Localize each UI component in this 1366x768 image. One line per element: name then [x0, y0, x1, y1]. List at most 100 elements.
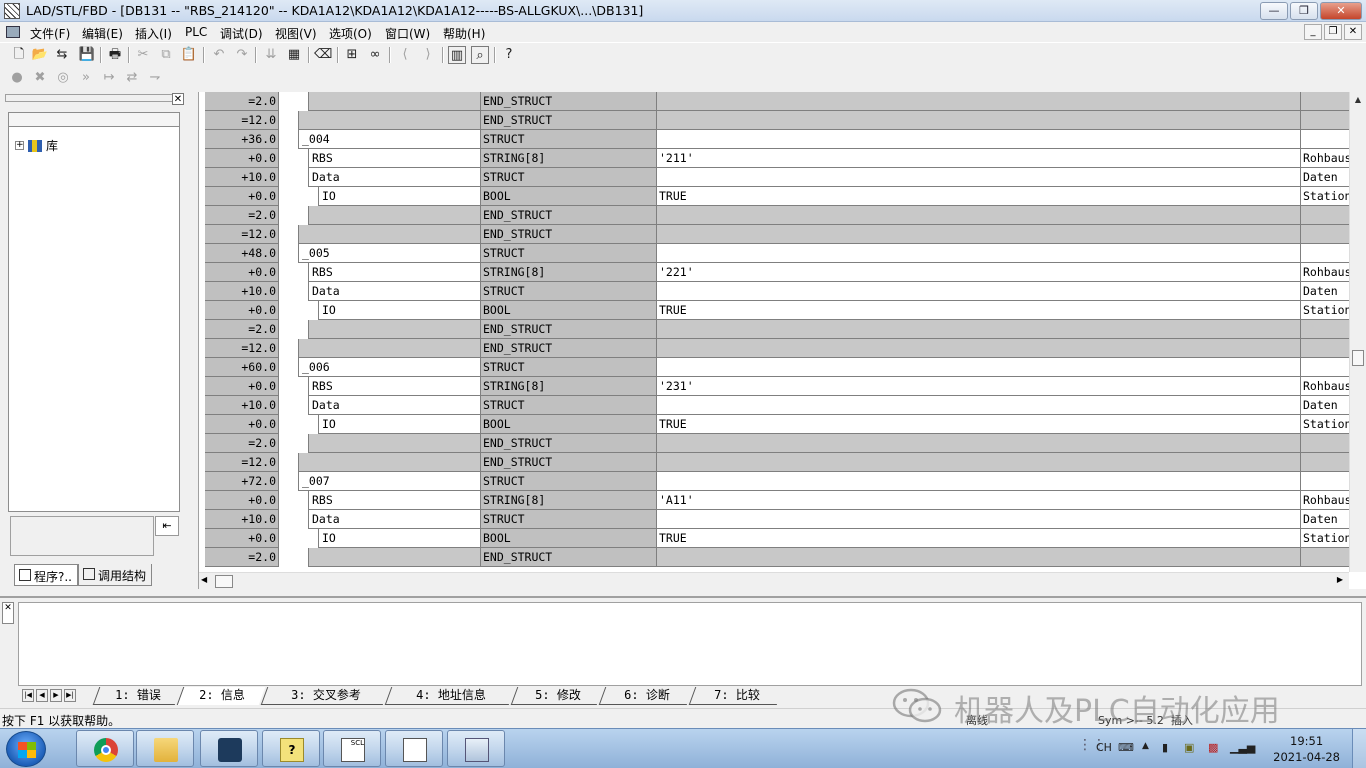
name-cell[interactable]: _004: [299, 130, 481, 149]
comment-cell[interactable]: Daten: [1301, 168, 1349, 187]
scroll-left-icon[interactable]: ◀: [201, 575, 207, 584]
type-cell[interactable]: END_STRUCT: [481, 453, 657, 472]
comment-cell[interactable]: [1301, 92, 1349, 111]
next-network-icon[interactable]: ⟩: [419, 46, 437, 64]
comment-cell[interactable]: Daten: [1301, 510, 1349, 529]
initial-value-cell[interactable]: [657, 320, 1301, 339]
comment-cell[interactable]: Station: [1301, 529, 1349, 548]
initial-value-cell[interactable]: [657, 548, 1301, 567]
document-icon[interactable]: [6, 26, 20, 38]
type-cell[interactable]: END_STRUCT: [481, 225, 657, 244]
comment-cell[interactable]: [1301, 453, 1349, 472]
table-row[interactable]: +0.0 IO BOOL TRUE Station: [205, 301, 1349, 320]
table-row[interactable]: +0.0 IO BOOL TRUE Station: [205, 529, 1349, 548]
initial-value-cell[interactable]: [657, 130, 1301, 149]
type-cell[interactable]: STRING[8]: [481, 263, 657, 282]
start-button[interactable]: [6, 731, 46, 767]
name-cell[interactable]: RBS: [309, 377, 481, 396]
type-cell[interactable]: BOOL: [481, 301, 657, 320]
taskbar-lad-stl-fbd[interactable]: [385, 730, 443, 767]
name-cell[interactable]: Data: [309, 282, 481, 301]
name-cell[interactable]: [309, 320, 481, 339]
type-cell[interactable]: STRING[8]: [481, 377, 657, 396]
name-cell[interactable]: [299, 453, 481, 472]
box-icon[interactable]: »: [77, 69, 95, 87]
prev-tab-icon[interactable]: ◀: [36, 689, 48, 702]
comment-cell[interactable]: Station: [1301, 415, 1349, 434]
tab-program-elements[interactable]: 程序?..: [14, 564, 78, 586]
menu-debug[interactable]: 调试(D): [220, 25, 263, 42]
clock[interactable]: 19:51 2021-04-28: [1273, 733, 1340, 765]
type-cell[interactable]: STRUCT: [481, 510, 657, 529]
name-cell[interactable]: [299, 339, 481, 358]
initial-value-cell[interactable]: [657, 358, 1301, 377]
name-cell[interactable]: IO: [319, 529, 481, 548]
table-row[interactable]: +10.0 Data STRUCT Daten: [205, 510, 1349, 529]
initial-value-cell[interactable]: 'A11': [657, 491, 1301, 510]
type-cell[interactable]: STRING[8]: [481, 149, 657, 168]
table-row[interactable]: =2.0 END_STRUCT: [205, 206, 1349, 225]
name-cell[interactable]: IO: [319, 187, 481, 206]
table-row[interactable]: +0.0 RBS STRING[8] '221' Rohbaus: [205, 263, 1349, 282]
initial-value-cell[interactable]: [657, 339, 1301, 358]
tab-diagnostics[interactable]: 6: 诊断: [598, 687, 694, 705]
monitor-icon[interactable]: ▦: [285, 46, 303, 64]
table-row[interactable]: =2.0 END_STRUCT: [205, 92, 1349, 111]
name-cell[interactable]: _005: [299, 244, 481, 263]
name-cell[interactable]: [299, 111, 481, 130]
comment-cell[interactable]: Rohbaus: [1301, 263, 1349, 282]
comment-cell[interactable]: [1301, 339, 1349, 358]
initial-value-cell[interactable]: [657, 453, 1301, 472]
coil-icon[interactable]: ◎: [54, 69, 72, 87]
app-tray-icon[interactable]: ▣: [1184, 741, 1194, 754]
initial-value-cell[interactable]: [657, 111, 1301, 130]
initial-value-cell[interactable]: '221': [657, 263, 1301, 282]
initial-value-cell[interactable]: TRUE: [657, 415, 1301, 434]
taskbar-scl[interactable]: SCL: [323, 730, 381, 767]
vertical-scroll-thumb[interactable]: [1352, 350, 1364, 366]
table-row[interactable]: +48.0 _005 STRUCT: [205, 244, 1349, 263]
table-row[interactable]: =12.0 END_STRUCT: [205, 111, 1349, 130]
table-row[interactable]: +0.0 IO BOOL TRUE Station: [205, 187, 1349, 206]
overview-icon[interactable]: ⌫: [314, 46, 332, 64]
initial-value-cell[interactable]: [657, 510, 1301, 529]
download-icon[interactable]: ⇊: [262, 46, 280, 64]
open-branch-icon[interactable]: ⇄: [123, 69, 141, 87]
name-cell[interactable]: Data: [309, 168, 481, 187]
comment-cell[interactable]: Daten: [1301, 396, 1349, 415]
tab-cross-reference[interactable]: 3: 交叉参考: [260, 687, 390, 705]
name-cell[interactable]: IO: [319, 301, 481, 320]
contact-icon[interactable]: ●: [8, 69, 26, 87]
network-error-icon[interactable]: ▩: [1208, 741, 1218, 754]
previous-network-icon[interactable]: ⟨: [396, 46, 414, 64]
undo-icon[interactable]: ↶: [210, 46, 228, 64]
tab-address-info[interactable]: 4: 地址信息: [384, 687, 516, 705]
language-indicator[interactable]: CH: [1096, 741, 1112, 754]
menu-window[interactable]: 窗口(W): [385, 25, 430, 42]
table-row[interactable]: =2.0 END_STRUCT: [205, 320, 1349, 339]
comment-cell[interactable]: Rohbaus: [1301, 149, 1349, 168]
doc-minimize-button[interactable]: _: [1304, 24, 1322, 40]
table-row[interactable]: =12.0 END_STRUCT: [205, 339, 1349, 358]
name-cell[interactable]: RBS: [309, 263, 481, 282]
type-cell[interactable]: STRING[8]: [481, 491, 657, 510]
new-icon[interactable]: 🗋: [10, 46, 28, 64]
scroll-up-icon[interactable]: ▲: [1350, 92, 1366, 108]
initial-value-cell[interactable]: '231': [657, 377, 1301, 396]
insert-element-button[interactable]: ⇤: [155, 516, 179, 536]
table-row[interactable]: +60.0 _006 STRUCT: [205, 358, 1349, 377]
name-cell[interactable]: [309, 548, 481, 567]
type-cell[interactable]: BOOL: [481, 529, 657, 548]
table-row[interactable]: =12.0 END_STRUCT: [205, 453, 1349, 472]
name-cell[interactable]: _006: [299, 358, 481, 377]
paste-icon[interactable]: 📋: [180, 46, 198, 64]
name-cell[interactable]: [309, 92, 481, 111]
initial-value-cell[interactable]: [657, 168, 1301, 187]
table-row[interactable]: +36.0 _004 STRUCT: [205, 130, 1349, 149]
initial-value-cell[interactable]: [657, 472, 1301, 491]
table-row[interactable]: =2.0 END_STRUCT: [205, 548, 1349, 567]
taskbar-calculator[interactable]: [447, 730, 505, 767]
table-row[interactable]: +10.0 Data STRUCT Daten: [205, 396, 1349, 415]
type-cell[interactable]: STRUCT: [481, 130, 657, 149]
tree-node-library[interactable]: + 库: [15, 137, 58, 154]
